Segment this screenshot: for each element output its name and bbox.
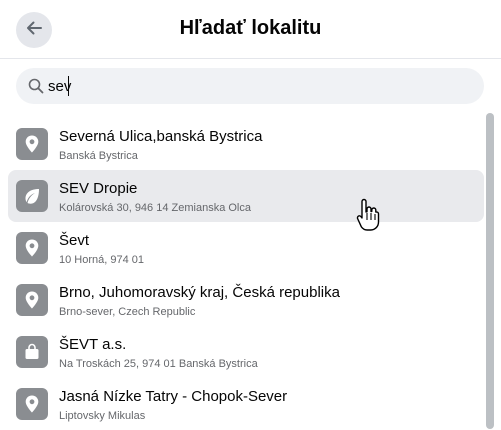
search-bar[interactable] <box>16 68 484 104</box>
map-pin-icon <box>16 232 48 264</box>
scrollbar-thumb[interactable] <box>486 113 494 429</box>
search-input[interactable] <box>48 68 468 104</box>
result-name: SEV Dropie <box>59 180 138 197</box>
header: Hľadať lokalitu <box>0 0 501 59</box>
text-caret <box>68 76 69 96</box>
result-address: 10 Horná, 974 01 <box>59 254 145 266</box>
result-name: Ševt <box>59 232 90 249</box>
result-name: ŠEVT a.s. <box>59 336 127 353</box>
map-pin-icon <box>16 128 48 160</box>
result-item-jasna[interactable]: Jasná Nízke Tatry - Chopok-Sever Liptovs… <box>8 378 484 430</box>
result-address: Na Troskách 25, 974 01 Banská Bystrica <box>59 358 258 370</box>
search-icon <box>28 78 44 94</box>
result-item-brno[interactable]: Brno, Juhomoravský kraj, Česká republika… <box>8 274 484 326</box>
result-address: Kolárovská 30, 946 14 Zemianska Olca <box>59 202 251 214</box>
result-address: Banská Bystrica <box>59 150 138 162</box>
map-pin-icon <box>16 388 48 420</box>
hand-cursor-icon <box>356 197 382 233</box>
result-item-severna-ulica[interactable]: Severná Ulica,banská Bystrica Banská Bys… <box>8 118 484 170</box>
result-name: Brno, Juhomoravský kraj, Česká republika <box>59 284 340 301</box>
result-address: Liptovsky Mikulas <box>59 410 146 422</box>
map-pin-icon <box>16 284 48 316</box>
result-address: Brno-sever, Czech Republic <box>59 306 196 318</box>
page-title: Hľadať lokalitu <box>179 17 322 39</box>
result-item-sevt[interactable]: Ševt 10 Horná, 974 01 <box>8 222 484 274</box>
result-name: Severná Ulica,banská Bystrica <box>59 128 263 145</box>
result-item-sev-dropie[interactable]: SEV Dropie Kolárovská 30, 946 14 Zemians… <box>8 170 484 222</box>
leaf-icon <box>16 180 48 212</box>
result-name: Jasná Nízke Tatry - Chopok-Sever <box>59 388 288 405</box>
results-list: Severná Ulica,banská Bystrica Banská Bys… <box>8 118 484 430</box>
result-item-sevt-as[interactable]: ŠEVT a.s. Na Troskách 25, 974 01 Banská … <box>8 326 484 378</box>
shopping-bag-icon <box>16 336 48 368</box>
